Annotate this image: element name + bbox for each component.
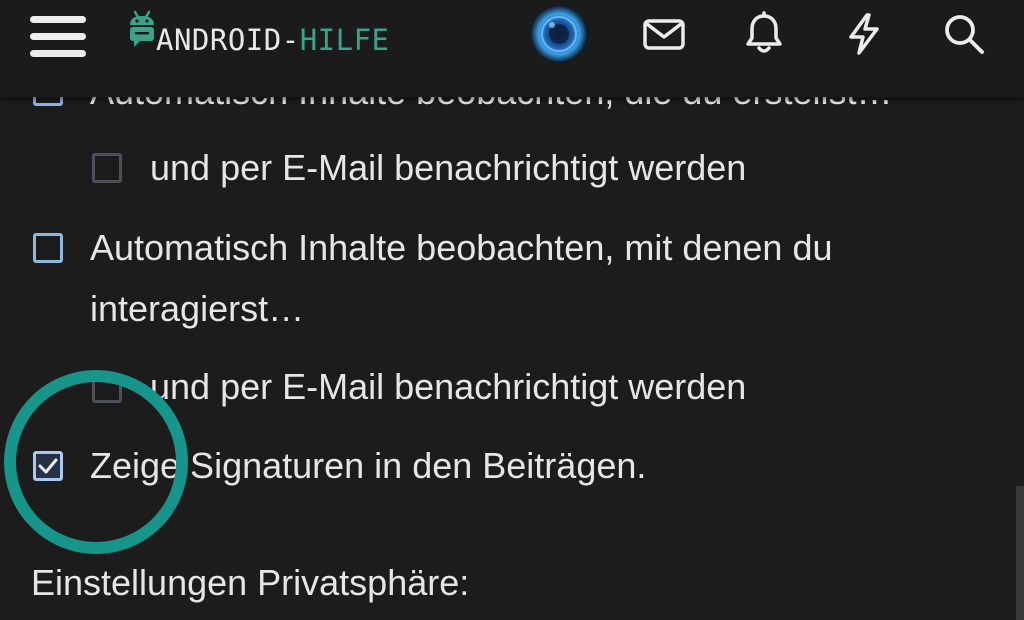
watch-interacted-content-checkbox[interactable] [33,233,63,263]
app-screen: ANDROID-HILFE und per E-Mail benachricht… [0,0,1024,620]
android-robot-icon [130,10,154,47]
bell-icon[interactable] [740,10,788,58]
email-notify-created-label: und per E-Mail benachrichtigt werden [150,147,747,188]
email-notify-created-checkbox[interactable] [92,153,122,183]
watch-interacted-content-label-line1: Automatisch Inhalte beobachten, mit dene… [90,227,833,268]
avatar-image [530,5,588,63]
top-header: ANDROID-HILFE [0,0,1024,97]
mail-icon[interactable] [640,10,688,58]
logo-text-hilfe: HILFE [299,23,390,57]
logo-text: ANDROID-HILFE [156,23,390,57]
logo-text-android: ANDROID- [156,23,300,57]
privacy-settings-heading: Einstellungen Privatsphäre: [31,562,470,603]
scrollbar[interactable] [1016,486,1024,620]
highlight-circle-annotation [4,370,188,554]
search-icon[interactable] [940,10,988,58]
avatar[interactable] [530,5,588,63]
watch-interacted-content-label-line2: interagierst… [90,288,305,329]
menu-icon[interactable] [30,12,86,60]
email-notify-interacted-label: und per E-Mail benachrichtigt werden [150,366,747,407]
lightning-icon[interactable] [840,10,888,58]
site-logo[interactable]: ANDROID-HILFE [126,6,390,66]
